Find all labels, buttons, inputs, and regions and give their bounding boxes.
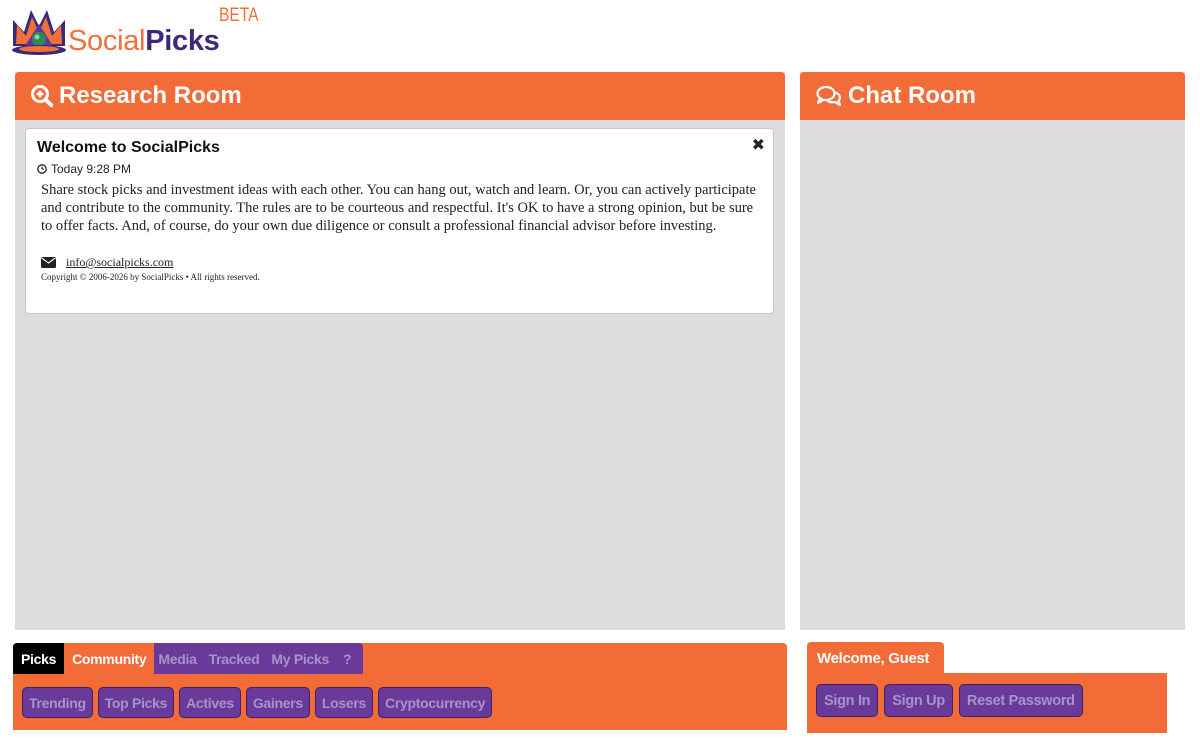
logo-picks-text: Picks	[145, 25, 220, 57]
sign-in-button[interactable]: Sign In	[816, 684, 879, 717]
picks-navigation: Picks Community Media Tracked My Picks ?…	[13, 643, 787, 730]
copyright-text: Copyright © 2006-2026 by SocialPicks • A…	[41, 272, 260, 282]
welcome-card-body: Share stock picks and investment ideas w…	[41, 182, 756, 234]
welcome-card-time: Today 9:28 PM	[51, 162, 132, 176]
welcome-card-timestamp: Today 9:28 PM	[37, 162, 762, 176]
contact-email-row: info@socialpicks.com	[37, 255, 762, 270]
crown-logo-icon	[12, 10, 66, 55]
auth-buttons-area: Sign In Sign Up Reset Password	[807, 673, 1167, 733]
tab-help[interactable]: ?	[334, 643, 358, 674]
chat-room-header: Chat Room	[800, 72, 1185, 120]
welcome-guest-label: Welcome, Guest	[807, 642, 944, 674]
tab-picks[interactable]: Picks	[13, 643, 65, 674]
beta-badge: BETA	[219, 5, 259, 26]
picks-tabs: Picks Community Media Tracked My Picks ?	[13, 643, 364, 674]
reset-password-button[interactable]: Reset Password	[958, 684, 1083, 717]
cryptocurrency-button[interactable]: Cryptocurrency	[378, 687, 493, 718]
research-room-title: Research Room	[59, 82, 242, 109]
chat-room-panel: Chat Room	[800, 72, 1185, 630]
logo-wordmark: SocialPicks	[68, 25, 220, 58]
community-filter-buttons: Trending Top Picks Actives Gainers Loser…	[22, 687, 493, 718]
welcome-card: Welcome to SocialPicks ✖ Today 9:28 PM S…	[25, 128, 774, 314]
actives-button[interactable]: Actives	[179, 687, 241, 718]
envelope-icon	[41, 257, 56, 268]
research-room-panel: Research Room Welcome to SocialPicks ✖ T…	[15, 72, 785, 630]
chat-room-title: Chat Room	[848, 82, 976, 109]
tab-community[interactable]: Community	[64, 643, 155, 674]
gainers-button[interactable]: Gainers	[245, 687, 310, 718]
trending-button[interactable]: Trending	[22, 687, 93, 718]
search-plus-icon	[31, 85, 53, 107]
top-picks-button[interactable]: Top Picks	[97, 687, 175, 718]
tab-media[interactable]: Media	[154, 643, 203, 674]
losers-button[interactable]: Losers	[314, 687, 374, 718]
site-logo[interactable]: SocialPicks BETA	[11, 5, 261, 58]
contact-email-link[interactable]: info@socialpicks.com	[66, 255, 173, 270]
sign-up-button[interactable]: Sign Up	[884, 684, 953, 717]
welcome-card-title: Welcome to SocialPicks	[37, 139, 220, 156]
tab-my-picks[interactable]: My Picks	[265, 643, 335, 674]
research-room-header: Research Room	[15, 72, 785, 120]
close-icon[interactable]: ✖	[752, 135, 765, 155]
secondary-tabs: Media Tracked My Picks ?	[154, 643, 364, 674]
account-panel: Welcome, Guest Sign In Sign Up Reset Pas…	[807, 642, 1167, 733]
comments-icon	[816, 85, 842, 107]
logo-social-text: Social	[68, 25, 146, 57]
clock-icon	[37, 164, 47, 174]
tab-tracked[interactable]: Tracked	[202, 643, 266, 674]
auth-buttons: Sign In Sign Up Reset Password	[816, 684, 1083, 717]
